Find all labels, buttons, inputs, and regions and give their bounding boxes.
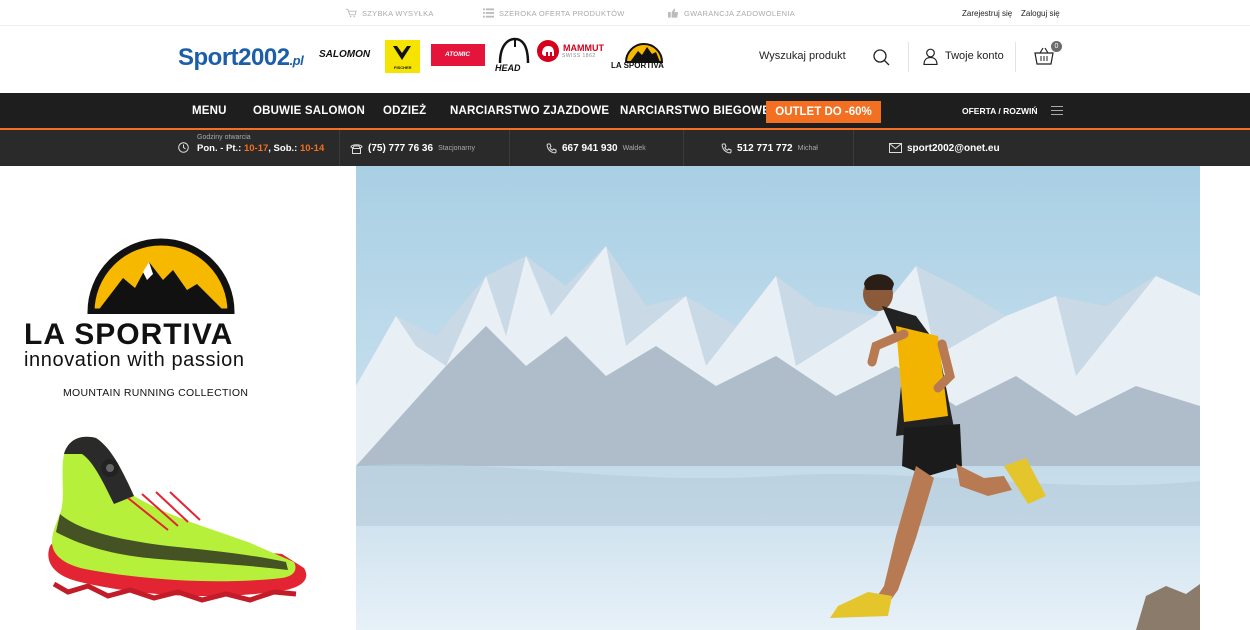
cart-icon xyxy=(346,8,357,18)
brand-label: ATOMIC xyxy=(445,51,471,58)
contact-divider xyxy=(339,130,340,166)
mobile-note-1: Waldek xyxy=(622,144,646,152)
nav-item-salomon-shoes[interactable]: OBUWIE SALOMON xyxy=(253,105,365,117)
logo-part-sport: Sport xyxy=(178,44,239,71)
nav-item-alpine-skiing[interactable]: NARCIARSTWO ZJAZDOWE xyxy=(450,105,609,117)
mountain-runner-photo xyxy=(356,166,1200,630)
mobile-contact-1[interactable]: 667 941 930 Waldek xyxy=(546,130,646,166)
mobile-contact-2[interactable]: 512 771 772 Michał xyxy=(721,130,818,166)
landline-number: (75) 777 76 36 xyxy=(368,142,434,154)
hero-tagline: innovation with passion xyxy=(24,349,245,371)
perk-label: SZYBKA WYSYŁKA xyxy=(362,8,434,18)
opening-hours-value: Pon. - Pt.: 10-17, Sob.: 10-14 xyxy=(197,143,324,154)
mammut-logo-icon xyxy=(537,40,559,62)
brand-salomon[interactable]: SALOMON xyxy=(319,49,370,60)
email-address: sport2002@onet.eu xyxy=(907,142,1000,154)
hamburger-icon[interactable] xyxy=(1051,106,1063,118)
mobile-number-2: 512 771 772 xyxy=(737,142,793,154)
search-label[interactable]: Wyszukaj produkt xyxy=(759,50,846,62)
header-divider xyxy=(1015,42,1016,72)
brand-fischer[interactable]: FISCHER xyxy=(385,40,420,73)
login-link[interactable]: Zaloguj się xyxy=(1021,9,1060,18)
contact-divider xyxy=(853,130,854,166)
perk-label: SZEROKA OFERTA PRODUKTÓW xyxy=(499,8,625,18)
nav-offer-expand[interactable]: OFERTA / ROZWIŃ xyxy=(962,106,1038,116)
phone-icon xyxy=(546,143,557,153)
hero-collection-title: MOUNTAIN RUNNING COLLECTION xyxy=(63,387,249,399)
hours-saturday-label: , Sob.: xyxy=(268,143,300,154)
contact-divider xyxy=(509,130,510,166)
nav-item-cross-country-skiing[interactable]: NARCIARSTWO BIEGOWE xyxy=(620,105,770,117)
perk-guarantee: GWARANCJA ZADOWOLENIA xyxy=(668,8,795,18)
contact-bar: Godziny otwarcia Pon. - Pt.: 10-17, Sob.… xyxy=(0,130,1250,166)
hours-weekday-value: 10-17 xyxy=(243,143,269,154)
brand-label: FISCHER xyxy=(394,65,412,70)
hero-banner-image[interactable] xyxy=(356,166,1200,630)
basket-icon[interactable] xyxy=(1034,47,1054,65)
landline-note: Stacjonarny xyxy=(438,144,476,152)
brand-label: HEAD xyxy=(495,63,521,73)
brand-label: LA SPORTIVA xyxy=(611,61,664,70)
envelope-icon xyxy=(889,143,902,153)
hours-saturday-value: 10-14 xyxy=(299,143,325,154)
hours-weekday-label: Pon. - Pt.: xyxy=(197,143,244,154)
hero-brand-name: LA SPORTIVA xyxy=(24,318,234,351)
list-icon xyxy=(483,8,494,18)
account-label[interactable]: Twoje konto xyxy=(945,50,1004,62)
mobile-note-2: Michał xyxy=(797,144,818,152)
clock-icon xyxy=(178,142,189,153)
search-icon[interactable] xyxy=(872,48,890,66)
head-logo-icon xyxy=(498,37,530,64)
landline-contact[interactable]: (75) 777 76 36 Stacjonarny xyxy=(350,130,475,166)
email-contact[interactable]: sport2002@onet.eu xyxy=(889,130,1000,166)
brand-head[interactable]: HEAD xyxy=(494,37,536,73)
phone-icon xyxy=(721,143,732,153)
top-strip: SZYBKA WYSYŁKA SZEROKA OFERTA PRODUKTÓW … xyxy=(0,0,1250,26)
cart-count-badge: 0 xyxy=(1051,41,1062,52)
perk-offer: SZEROKA OFERTA PRODUKTÓW xyxy=(483,8,625,18)
logo-part-domain: .pl xyxy=(289,53,304,68)
header-divider xyxy=(908,42,909,72)
register-link[interactable]: Zarejestruj się xyxy=(962,9,1012,18)
brand-atomic[interactable]: ATOMIC xyxy=(431,44,485,66)
brand-label: MAMMUT xyxy=(563,43,604,53)
mobile-number-1: 667 941 930 xyxy=(562,142,618,154)
site-logo[interactable]: Sport2002.pl xyxy=(178,44,304,72)
opening-hours-label: Godziny otwarcia xyxy=(197,134,251,141)
contact-divider xyxy=(683,130,684,166)
nav-outlet-button[interactable]: OUTLET DO -60% xyxy=(766,101,881,123)
main-nav: MENU OBUWIE SALOMON ODZIEŻ NARCIARSTWO Z… xyxy=(0,93,1250,130)
brand-la-sportiva[interactable]: LA SPORTIVA xyxy=(609,40,679,73)
nav-item-clothing[interactable]: ODZIEŻ xyxy=(383,105,426,117)
trail-shoe-image[interactable] xyxy=(38,434,310,604)
thumbs-up-icon xyxy=(668,8,679,18)
mammut-subtitle-graphic: SWISS 1862 xyxy=(562,53,596,59)
user-icon[interactable] xyxy=(923,48,938,65)
la-sportiva-mountain-logo-icon xyxy=(87,238,235,314)
brand-mammut[interactable]: MAMMUT SWISS 1862 xyxy=(536,39,618,71)
landline-phone-icon xyxy=(350,143,363,154)
nav-item-menu[interactable]: MENU xyxy=(192,105,227,117)
perk-label: GWARANCJA ZADOWOLENIA xyxy=(684,8,796,18)
perk-shipping: SZYBKA WYSYŁKA xyxy=(346,8,434,18)
header: Sport2002.pl SALOMON FISCHER ATOMIC HEAD… xyxy=(0,26,1250,93)
logo-part-number: 2002 xyxy=(238,44,290,71)
